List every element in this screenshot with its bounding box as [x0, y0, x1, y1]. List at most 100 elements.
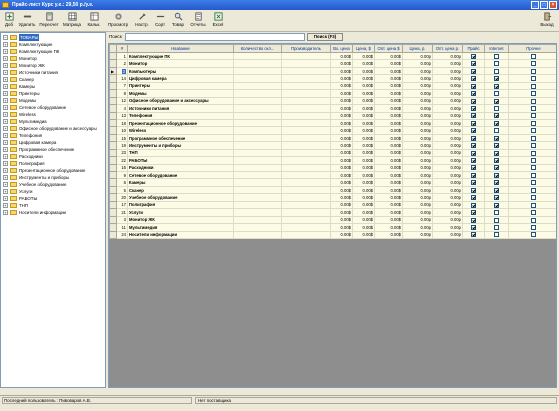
cell-price-rub[interactable]: 0.00р	[402, 223, 433, 232]
internet-checkbox[interactable]	[494, 202, 499, 208]
internet-checkbox[interactable]	[494, 83, 499, 89]
row-indicator[interactable]	[109, 81, 117, 91]
row-indicator[interactable]	[109, 230, 117, 239]
other-checkbox[interactable]	[531, 128, 536, 134]
search-button[interactable]: Поиск (F3)	[307, 33, 343, 41]
internet-checkbox[interactable]	[494, 128, 499, 134]
table-row[interactable]: 24 Носители информации 0.00$ 0.00$ 0.00$ 0.00…	[109, 230, 556, 239]
cell-name[interactable]: Компьютеры	[127, 66, 234, 76]
cell-vendor[interactable]	[281, 156, 331, 165]
other-checkbox[interactable]	[531, 53, 536, 59]
cell-opt-rub[interactable]: 0.00р	[432, 81, 463, 91]
cell-opt-rub[interactable]: 0.00р	[432, 141, 463, 150]
minimize-button[interactable]: _	[531, 1, 539, 9]
cell-vendor[interactable]	[281, 96, 331, 106]
cell-id[interactable]: 1	[116, 51, 128, 61]
other-checkbox[interactable]	[531, 165, 536, 171]
cell-opt-usd[interactable]: 0.00$	[374, 193, 403, 202]
row-indicator[interactable]	[109, 200, 117, 210]
cell-price-rub[interactable]: 0.00р	[402, 66, 433, 76]
cell-price-usd[interactable]: 0.00$	[352, 230, 375, 239]
other-checkbox[interactable]	[531, 150, 536, 156]
expand-icon[interactable]: +	[3, 182, 8, 187]
view-button[interactable]: Просмотр	[106, 11, 130, 31]
cell-name[interactable]: Сетевое оборудование	[127, 170, 234, 180]
cell-vendor[interactable]	[281, 185, 331, 195]
cell-name[interactable]: ТНП	[127, 148, 234, 158]
excel-button[interactable]: Excel	[210, 11, 226, 31]
cell-opt-rub[interactable]: 0.00р	[432, 156, 463, 165]
cell-stock[interactable]	[233, 215, 282, 225]
row-indicator[interactable]	[109, 156, 117, 165]
other-checkbox[interactable]	[531, 202, 536, 208]
other-checkbox[interactable]	[531, 98, 536, 104]
cell-opt-usd[interactable]: 0.00$	[374, 126, 403, 135]
cell-vendor[interactable]	[281, 118, 331, 128]
cell-opt-rub[interactable]: 0.00р	[432, 163, 463, 173]
cell-opt-usd[interactable]: 0.00$	[374, 111, 403, 120]
other-checkbox[interactable]	[531, 91, 536, 97]
cell-vendor[interactable]	[281, 59, 331, 68]
cell-in-price[interactable]: 0.00$	[330, 59, 353, 68]
internet-checkbox[interactable]	[494, 210, 499, 216]
table-row[interactable]: 15 Программное обеспечение 0.00$ 0.00$ 0.00$…	[109, 133, 556, 143]
table-row[interactable]: 5 Сканер 0.00$ 0.00$ 0.00$ 0.00р 0.00р	[109, 185, 556, 195]
cell-id[interactable]: 16	[116, 163, 128, 173]
cell-in-price[interactable]: 0.00$	[330, 208, 353, 217]
cell-price-rub[interactable]: 0.00р	[402, 215, 433, 225]
cell-price-usd[interactable]: 0.00$	[352, 170, 375, 180]
col-other-header[interactable]: Прочее	[508, 44, 556, 53]
pricelist-checkbox[interactable]	[471, 83, 476, 89]
row-indicator[interactable]	[109, 51, 117, 61]
pricelist-checkbox[interactable]	[471, 91, 476, 97]
col-name-header[interactable]: Название	[127, 44, 234, 53]
cell-name[interactable]: Мультимедия	[127, 223, 234, 232]
cell-in-price[interactable]: 0.00$	[330, 81, 353, 91]
row-indicator[interactable]: ▶	[109, 66, 117, 76]
cell-vendor[interactable]	[281, 81, 331, 91]
other-checkbox[interactable]	[531, 68, 536, 74]
cell-price-rub[interactable]: 0.00р	[402, 163, 433, 173]
cell-name[interactable]: Офисное оборудование и аксессуары	[127, 96, 234, 106]
pricelist-checkbox[interactable]	[471, 76, 476, 82]
other-checkbox[interactable]	[531, 172, 536, 178]
cell-price-usd[interactable]: 0.00$	[352, 96, 375, 106]
cell-opt-rub[interactable]: 0.00р	[432, 51, 463, 61]
other-checkbox[interactable]	[531, 76, 536, 82]
cell-in-price[interactable]: 0.00$	[330, 148, 353, 158]
cell-in-price[interactable]: 0.00$	[330, 126, 353, 135]
cell-name[interactable]: Инструменты и приборы	[127, 141, 234, 150]
cell-opt-usd[interactable]: 0.00$	[374, 81, 403, 91]
internet-checkbox[interactable]	[494, 158, 499, 163]
pricelist-checkbox[interactable]	[471, 232, 476, 238]
table-row[interactable]: 3 Монитор ЖК 0.00$ 0.00$ 0.00$ 0.00р 0.00р	[109, 215, 556, 225]
cell-vendor[interactable]	[281, 133, 331, 143]
cell-price-usd[interactable]: 0.00$	[352, 66, 375, 76]
cell-stock[interactable]	[233, 118, 282, 128]
internet-checkbox[interactable]	[494, 91, 499, 97]
cell-in-price[interactable]: 0.00$	[330, 230, 353, 239]
cell-opt-rub[interactable]: 0.00р	[432, 118, 463, 128]
other-checkbox[interactable]	[531, 210, 536, 216]
cell-opt-usd[interactable]: 0.00$	[374, 163, 403, 173]
cell-name[interactable]: Монитор ЖК	[127, 215, 234, 225]
cell-name[interactable]: Полиграфия	[127, 200, 234, 210]
expand-icon[interactable]: +	[3, 42, 8, 47]
cell-price-rub[interactable]: 0.00р	[402, 133, 433, 143]
internet-checkbox[interactable]	[494, 105, 499, 111]
cell-vendor[interactable]	[281, 126, 331, 135]
cell-price-usd[interactable]: 0.00$	[352, 156, 375, 165]
cell-stock[interactable]	[233, 148, 282, 158]
cell-name[interactable]: Монитор	[127, 59, 234, 68]
cell-opt-rub[interactable]: 0.00р	[432, 96, 463, 106]
cell-price-rub[interactable]: 0.00р	[402, 185, 433, 195]
cell-stock[interactable]	[233, 104, 282, 113]
row-indicator[interactable]	[109, 215, 117, 225]
cell-opt-usd[interactable]: 0.00$	[374, 156, 403, 165]
cell-id[interactable]: 9	[116, 170, 128, 180]
cell-vendor[interactable]	[281, 163, 331, 173]
internet-checkbox[interactable]	[494, 68, 499, 74]
cell-opt-rub[interactable]: 0.00р	[432, 74, 463, 83]
cell-opt-usd[interactable]: 0.00$	[374, 96, 403, 106]
expand-icon[interactable]: +	[3, 49, 8, 54]
